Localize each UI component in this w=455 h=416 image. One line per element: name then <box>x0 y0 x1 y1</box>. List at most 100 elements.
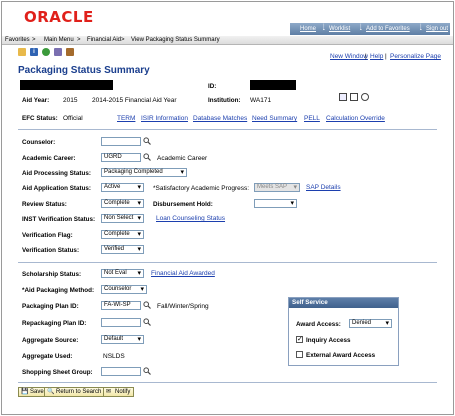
inquiry-access-checkbox[interactable]: ✓ <box>296 336 303 343</box>
verification-status-label: Verification Status: <box>22 247 80 254</box>
aid-packaging-method-select[interactable]: Counselor <box>101 285 147 294</box>
aid-packaging-method-label: *Aid Packaging Method: <box>22 287 95 294</box>
oracle-logo: ORACLE <box>24 8 94 26</box>
notify-button[interactable]: ✉ Notify <box>103 387 135 397</box>
self-service-panel: Self Service Award Access: Denied ✓ Inqu… <box>288 297 399 366</box>
counselor-label: Counselor: <box>22 139 56 146</box>
tools-icon[interactable] <box>66 48 74 56</box>
aid-processing-status-select[interactable]: Packaging Completed <box>101 168 187 177</box>
nav-current-page: View Packaging Status Summary <box>131 37 220 43</box>
help-link[interactable]: Help <box>370 53 383 60</box>
link-need-summary[interactable]: Need Summary <box>252 115 297 122</box>
loan-counseling-status-link[interactable]: Loan Counseling Status <box>156 215 225 222</box>
link-database-matches[interactable]: Database Matches <box>193 115 247 122</box>
header-links-bar: Home | Worklist | Add to Favorites | Sig… <box>290 23 450 35</box>
scholarship-status-label: Scholarship Status: <box>22 271 82 278</box>
print-icon[interactable] <box>339 93 347 101</box>
sap-details-link[interactable]: SAP Details <box>306 184 341 191</box>
shopping-sheet-group-input[interactable] <box>101 367 141 376</box>
notify-icon: ✉ <box>106 389 112 395</box>
nav-separator: > <box>77 37 81 43</box>
edit-icon[interactable] <box>18 48 26 56</box>
institution-label: Institution: <box>208 97 241 104</box>
header-link-worklist[interactable]: Worklist <box>329 26 350 32</box>
nav-main-menu[interactable]: Main Menu <box>44 37 74 43</box>
academic-career-input[interactable]: UGRD <box>101 153 141 162</box>
repackaging-plan-id-label: Repackaging Plan ID: <box>22 320 87 327</box>
id-label: ID: <box>208 83 217 90</box>
info-icon[interactable]: i <box>30 48 38 56</box>
page-title: Packaging Status Summary <box>18 65 150 76</box>
inquiry-access-label: Inquiry Access <box>306 337 351 344</box>
review-status-select[interactable]: Complete <box>101 199 144 208</box>
self-service-title: Self Service <box>289 298 398 308</box>
aggregate-source-label: Aggregate Source: <box>22 337 79 344</box>
search-icon: 🔍 <box>47 389 55 395</box>
search-icon[interactable] <box>143 367 151 375</box>
academic-career-label: Academic Career: <box>22 155 76 162</box>
aggregate-used-label: Aggregate Used: <box>22 353 73 360</box>
academic-career-desc: Academic Career <box>157 155 208 162</box>
search-icon[interactable] <box>143 301 151 309</box>
aid-application-status-select[interactable]: Active <box>101 183 144 192</box>
packaging-plan-id-label: Packaging Plan ID: <box>22 303 79 310</box>
packaging-plan-id-input[interactable]: FA-WI-SP <box>101 301 141 310</box>
document-icon[interactable] <box>350 93 358 101</box>
repackaging-plan-id-input[interactable] <box>101 318 141 327</box>
section-divider <box>18 382 437 383</box>
verification-flag-select[interactable]: Complete <box>101 230 144 239</box>
search-icon[interactable] <box>143 318 151 326</box>
new-window-link[interactable]: New Window <box>330 53 368 60</box>
review-status-label: Review Status: <box>22 201 67 208</box>
nav-favorites[interactable]: Favorites <box>5 37 30 43</box>
institution-value: WA171 <box>250 97 272 104</box>
award-access-select[interactable]: Denied <box>349 319 392 328</box>
sap-select: Meets SAP <box>254 183 300 192</box>
nav-separator: > <box>121 37 125 43</box>
counselor-input[interactable] <box>101 137 141 146</box>
comment-icon[interactable] <box>361 93 369 101</box>
header-link-add-favorites[interactable]: Add to Favorites <box>366 26 410 32</box>
aid-processing-status-label: Aid Processing Status: <box>22 170 91 177</box>
efc-status-value: Official <box>63 115 83 122</box>
header-link-home[interactable]: Home <box>300 26 316 32</box>
link-isir-information[interactable]: ISIR Information <box>141 115 188 122</box>
section-divider <box>18 129 437 130</box>
personalize-page-link[interactable]: Personalize Page <box>390 53 441 60</box>
return-to-search-button[interactable]: 🔍 Return to Search <box>44 387 106 397</box>
header-link-sign-out[interactable]: Sign out <box>426 26 448 32</box>
verification-status-select[interactable]: Verified <box>101 245 144 254</box>
breadcrumb: Favorites > Main Menu > Financial Aid > … <box>2 36 453 45</box>
inst-verification-status-select[interactable]: Non Select <box>101 214 144 223</box>
settings-icon[interactable] <box>54 48 62 56</box>
search-icon[interactable] <box>143 137 151 145</box>
verification-flag-label: Verification Flag: <box>22 232 73 239</box>
efc-status-label: EFC Status: <box>22 115 58 122</box>
link-calculation-override[interactable]: Calculation Override <box>326 115 385 122</box>
aid-year-label: Aid Year: <box>22 97 50 104</box>
disbursement-hold-select[interactable] <box>254 199 297 208</box>
sap-label: *Satisfactory Academic Progress: <box>153 185 250 192</box>
aggregate-source-select[interactable]: Default <box>101 335 144 344</box>
scholarship-status-select[interactable]: Not Eval <box>101 269 144 278</box>
redacted-name <box>20 80 113 90</box>
nav-financial-aid[interactable]: Financial Aid <box>87 37 121 43</box>
redacted-id <box>250 80 296 90</box>
aid-application-status-label: Aid Application Status: <box>22 185 92 192</box>
link-term[interactable]: TERM <box>117 115 135 122</box>
aid-year-desc: 2014-2015 Financial Aid Year <box>92 97 177 104</box>
nav-separator: > <box>32 37 36 43</box>
external-award-access-label: External Award Access <box>306 352 376 359</box>
inst-verification-status-label: INST Verification Status: <box>22 216 96 223</box>
search-icon[interactable] <box>143 153 151 161</box>
external-award-access-checkbox[interactable] <box>296 351 303 358</box>
award-access-label: Award Access: <box>296 321 341 328</box>
refresh-icon[interactable] <box>42 48 50 56</box>
aid-year-value: 2015 <box>63 97 78 104</box>
save-icon: 💾 <box>21 389 29 395</box>
financial-aid-awarded-link[interactable]: Financial Aid Awarded <box>151 270 215 277</box>
section-divider <box>18 262 437 263</box>
disbursement-hold-label: Disbursement Hold: <box>153 201 213 208</box>
link-pell[interactable]: PELL <box>304 115 320 122</box>
packaging-plan-desc: Fall/Winter/Spring <box>157 303 209 310</box>
